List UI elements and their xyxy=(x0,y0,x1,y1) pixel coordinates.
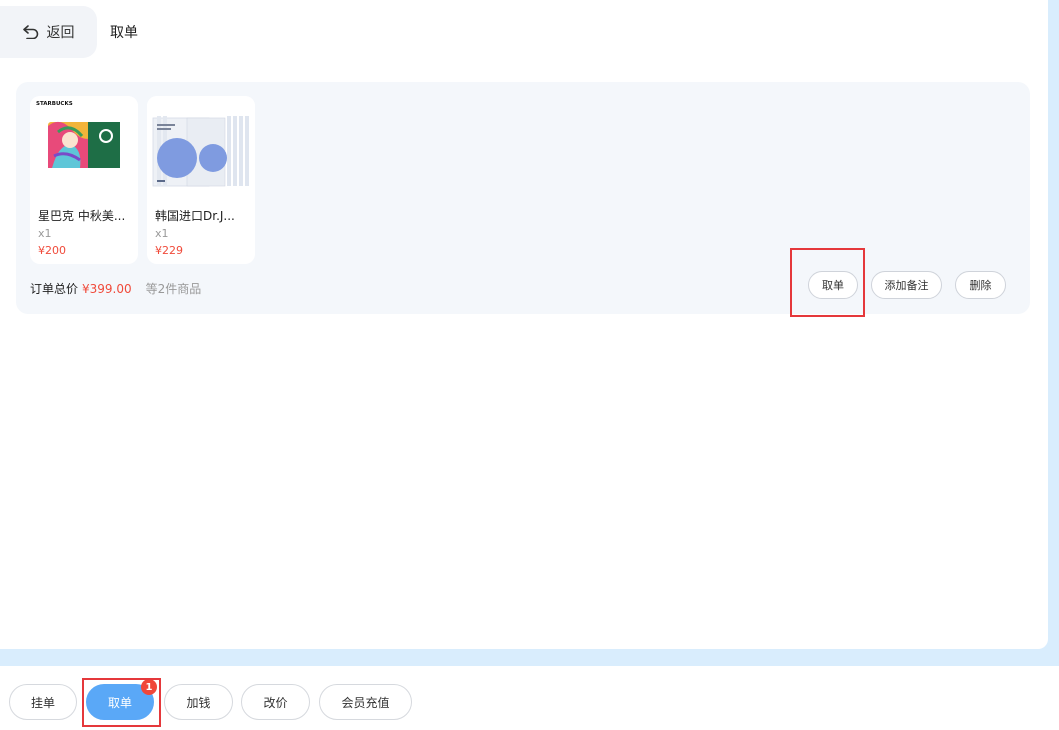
add-money-button[interactable]: 加钱 xyxy=(164,684,233,720)
product-card-starbucks[interactable]: STARBUCKS 星巴克 中秋美... x1 ¥200 xyxy=(30,96,138,264)
total-value: ¥399.00 xyxy=(82,282,132,296)
take-order-count-badge: 1 xyxy=(141,679,157,695)
product-name: 韩国进口Dr.J... xyxy=(155,209,235,223)
back-arrow-icon xyxy=(22,25,38,39)
item-count: 等2件商品 xyxy=(145,282,202,296)
product-name: 星巴克 中秋美... xyxy=(38,209,126,223)
hold-order-button[interactable]: 挂单 xyxy=(9,684,77,720)
order-card: STARBUCKS 星巴克 中秋美... x1 ¥200 韩国进口Dr.J...… xyxy=(16,82,1030,314)
bottom-toolbar: 挂单 取单 加钱 改价 会员充值 xyxy=(0,666,1059,730)
product-qty: x1 xyxy=(155,227,169,240)
member-recharge-button[interactable]: 会员充值 xyxy=(319,684,412,720)
delete-button[interactable]: 删除 xyxy=(955,271,1006,299)
face-mask-pack-image xyxy=(147,96,255,200)
starbucks-brand-text: STARBUCKS xyxy=(36,101,73,107)
add-note-button[interactable]: 添加备注 xyxy=(871,271,942,299)
back-label: 返回 xyxy=(46,25,75,41)
change-price-button[interactable]: 改价 xyxy=(241,684,310,720)
product-card-mask[interactable]: 韩国进口Dr.J... x1 ¥229 xyxy=(147,96,255,264)
take-order-button[interactable]: 取单 xyxy=(808,271,858,299)
product-price: ¥229 xyxy=(155,244,183,257)
order-total: 订单总价 ¥399.00 等2件商品 xyxy=(30,280,201,297)
product-qty: x1 xyxy=(38,227,52,240)
product-price: ¥200 xyxy=(38,244,66,257)
back-button[interactable]: 返回 xyxy=(0,6,97,58)
starbucks-gift-card-image: STARBUCKS xyxy=(30,96,138,200)
page-title: 取单 xyxy=(110,25,138,41)
main-panel: 返回 取单 STARBUCKS 星巴克 中秋美... x1 ¥200 韩国进口D… xyxy=(0,0,1048,649)
total-label: 订单总价 xyxy=(30,282,79,296)
